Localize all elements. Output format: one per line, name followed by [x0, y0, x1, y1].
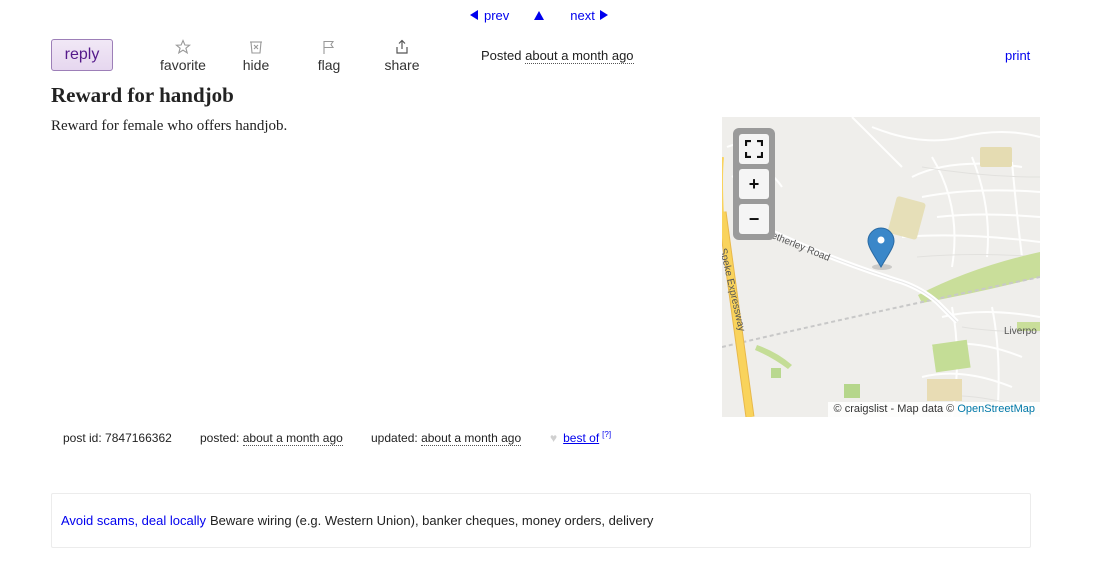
posted-prefix: Posted	[481, 48, 522, 63]
heart-icon: ♥	[550, 431, 558, 445]
next-link[interactable]: next	[570, 8, 608, 23]
reply-button[interactable]: reply	[51, 39, 113, 71]
best-of: ♥ best of [?]	[550, 430, 611, 446]
zoom-in-button[interactable]: +	[739, 169, 769, 199]
attribution-text: © craigslist - Map data ©	[833, 403, 955, 415]
print-link[interactable]: print	[1005, 48, 1030, 63]
posted-label: posted:	[200, 431, 240, 445]
post-id: post id: 7847166362	[63, 431, 172, 445]
avoid-scams-link[interactable]: Avoid scams, deal locally	[61, 513, 206, 528]
next-arrow-icon	[599, 10, 608, 20]
posted-date: Posted about a month ago	[481, 48, 634, 64]
favorite-label: favorite	[160, 57, 206, 73]
favorite-button[interactable]: favorite	[153, 38, 213, 73]
updated-info-time: about a month ago	[421, 431, 522, 446]
flag-icon	[321, 38, 337, 56]
updated-label: updated:	[371, 431, 418, 445]
up-arrow-icon[interactable]	[534, 10, 545, 20]
map-attribution: © craigslist - Map data © OpenStreetMap	[827, 402, 1040, 417]
share-button[interactable]: share	[372, 38, 432, 73]
scam-warning: Avoid scams, deal locally Beware wiring …	[51, 493, 1031, 548]
next-label: next	[570, 7, 595, 23]
share-icon	[394, 38, 410, 56]
fullscreen-button[interactable]	[739, 134, 769, 164]
post-id-value: 7847166362	[105, 431, 172, 445]
flag-button[interactable]: flag	[299, 38, 359, 73]
map-controls: + −	[733, 128, 775, 240]
post-id-label: post id:	[63, 431, 102, 445]
trash-icon	[248, 38, 264, 56]
posting-title: Reward for handjob	[51, 83, 234, 107]
share-label: share	[384, 57, 420, 73]
road-label-liverpool: Liverpo	[1004, 326, 1037, 337]
best-of-link[interactable]: best of	[563, 431, 599, 445]
openstreetmap-link[interactable]: OpenStreetMap	[957, 403, 1035, 415]
location-map[interactable]: Netherley Road Speke Expressway Liverpo …	[722, 117, 1040, 417]
posted-info: posted: about a month ago	[200, 431, 343, 446]
fullscreen-icon	[745, 140, 763, 158]
hide-button[interactable]: hide	[226, 38, 286, 73]
posting-body: Reward for female who offers handjob.	[51, 118, 288, 134]
zoom-out-button[interactable]: −	[739, 204, 769, 234]
star-icon	[175, 38, 191, 56]
posted-info-time: about a month ago	[242, 431, 343, 446]
hide-label: hide	[242, 57, 270, 73]
prev-arrow-icon	[470, 10, 478, 20]
best-of-help-link[interactable]: [?]	[602, 430, 611, 439]
scam-warning-text: Beware wiring (e.g. Western Union), bank…	[210, 513, 654, 528]
flag-label: flag	[317, 57, 341, 73]
posting-navigation: prev next	[470, 6, 608, 24]
prev-label: prev	[484, 7, 510, 23]
updated-info: updated: about a month ago	[371, 431, 522, 446]
prev-link[interactable]: prev	[470, 8, 509, 23]
posted-time: about a month ago	[525, 48, 634, 64]
